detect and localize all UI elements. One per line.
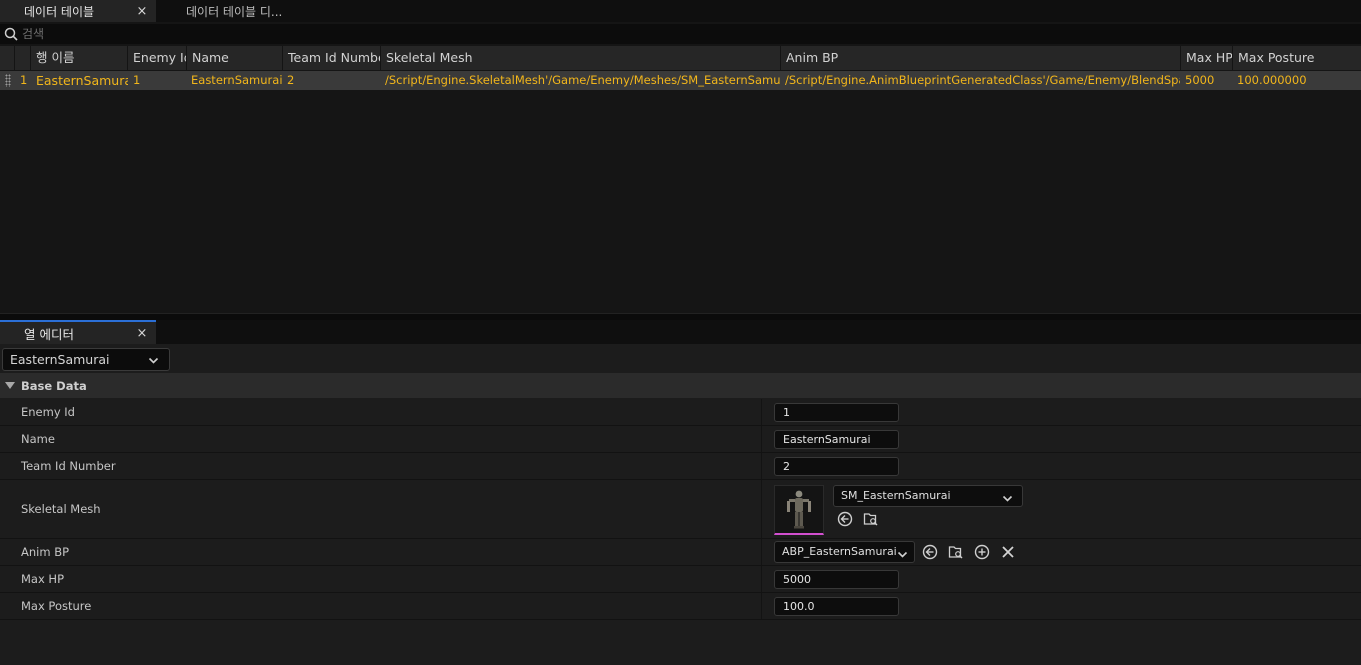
close-icon[interactable]: × xyxy=(128,326,156,341)
use-selected-asset-icon[interactable] xyxy=(836,510,854,528)
header-anim-bp[interactable]: Anim BP xyxy=(781,46,1181,70)
header-max-hp[interactable]: Max HP xyxy=(1181,46,1233,70)
column-divider[interactable] xyxy=(761,480,762,538)
max-posture-field[interactable]: 100.0 xyxy=(774,597,899,616)
clear-icon[interactable] xyxy=(999,543,1017,561)
team-id-number-field[interactable]: 2 xyxy=(774,457,899,476)
tab-data-table-diff-label: 데이터 테이블 디... xyxy=(186,4,283,19)
header-max-posture[interactable]: Max Posture xyxy=(1233,46,1361,70)
row-selector-dropdown[interactable]: EasternSamurai xyxy=(2,348,170,371)
property-label: Max Posture xyxy=(21,599,92,613)
header-index-column xyxy=(15,46,31,70)
row-index: 1 xyxy=(20,73,28,87)
search-input[interactable] xyxy=(22,27,1322,41)
cell-max-posture: 100.000000 xyxy=(1237,73,1307,87)
tab-row-editor-label: 열 에디터 xyxy=(24,326,74,342)
table-header: 행 이름 Enemy Id Name Team Id Number Skelet… xyxy=(0,46,1361,70)
row-editor-tab-strip: 열 에디터 × xyxy=(0,320,1361,344)
column-divider[interactable] xyxy=(761,593,762,619)
property-label: Enemy Id xyxy=(21,405,75,419)
column-divider[interactable] xyxy=(761,399,762,425)
skeletal-mesh-asset-picker[interactable]: SM_EasternSamurai xyxy=(833,485,1023,507)
drag-handle-icon[interactable] xyxy=(5,74,11,87)
cell-name: EasternSamurai xyxy=(191,73,282,87)
column-divider[interactable] xyxy=(761,426,762,452)
cell-enemy-id: 1 xyxy=(133,73,141,87)
cell-row-name: EasternSamurai xyxy=(36,73,128,88)
row-editor-panel: EasternSamurai Base Data Enemy Id 1 Name… xyxy=(0,344,1361,665)
use-selected-asset-icon[interactable] xyxy=(921,543,939,561)
property-label: Team Id Number xyxy=(21,459,116,473)
category-label: Base Data xyxy=(21,378,87,393)
expand-arrow-icon[interactable] xyxy=(5,382,15,389)
browse-asset-icon[interactable] xyxy=(862,510,880,528)
panel-splitter[interactable] xyxy=(0,313,1361,320)
property-row-max-posture: Max Posture 100.0 xyxy=(0,593,1361,620)
tab-data-table-diff[interactable]: 데이터 테이블 디... xyxy=(170,0,330,22)
add-icon[interactable] xyxy=(973,543,991,561)
table-empty-area xyxy=(0,90,1361,314)
search-icon xyxy=(0,24,22,44)
header-team-id-number[interactable]: Team Id Number xyxy=(283,46,381,70)
column-divider[interactable] xyxy=(761,566,762,592)
cell-skeletal-mesh: /Script/Engine.SkeletalMesh'/Game/Enemy/… xyxy=(385,73,780,87)
property-row-max-hp: Max HP 5000 xyxy=(0,566,1361,593)
property-row-enemy-id: Enemy Id 1 xyxy=(0,399,1361,426)
anim-bp-class-picker[interactable]: ABP_EasternSamurai xyxy=(774,541,915,563)
property-label: Anim BP xyxy=(21,545,70,559)
property-label: Name xyxy=(21,432,55,446)
row-selector-value: EasternSamurai xyxy=(10,352,110,367)
property-row-team-id-number: Team Id Number 2 xyxy=(0,453,1361,480)
column-divider[interactable] xyxy=(761,539,762,565)
cell-anim-bp: /Script/Engine.AnimBlueprintGeneratedCla… xyxy=(785,73,1180,87)
property-row-skeletal-mesh: Skeletal Mesh SM_EasternSamurai xyxy=(0,480,1361,539)
chevron-down-icon xyxy=(1002,491,1013,511)
tab-data-table[interactable]: 데이터 테이블 × xyxy=(0,0,156,22)
anim-bp-class-name: ABP_EasternSamurai xyxy=(782,545,897,558)
property-label: Skeletal Mesh xyxy=(21,502,101,516)
property-row-name: Name EasternSamurai xyxy=(0,426,1361,453)
name-field[interactable]: EasternSamurai xyxy=(774,430,899,449)
property-label: Max HP xyxy=(21,572,65,586)
enemy-id-field[interactable]: 1 xyxy=(774,403,899,422)
cell-max-hp: 5000 xyxy=(1185,73,1215,87)
skeletal-mesh-asset-name: SM_EasternSamurai xyxy=(841,489,951,502)
cell-team-id-number: 2 xyxy=(287,73,295,87)
tab-data-table-label: 데이터 테이블 xyxy=(24,4,95,19)
column-divider[interactable] xyxy=(761,453,762,479)
header-row-name[interactable]: 행 이름 xyxy=(31,46,128,70)
chevron-down-icon xyxy=(897,547,908,567)
chevron-down-icon xyxy=(148,354,159,369)
category-header-base-data[interactable]: Base Data xyxy=(0,373,1361,398)
document-tab-strip: 데이터 테이블 × 데이터 테이블 디... xyxy=(0,0,1361,22)
header-drag-column xyxy=(0,46,15,70)
browse-asset-icon[interactable] xyxy=(947,543,965,561)
skeletal-mesh-thumbnail[interactable] xyxy=(774,485,824,535)
max-hp-field[interactable]: 5000 xyxy=(774,570,899,589)
header-enemy-id[interactable]: Enemy Id xyxy=(128,46,187,70)
tab-row-editor[interactable]: 열 에디터 × xyxy=(0,320,156,344)
property-row-anim-bp: Anim BP ABP_EasternSamurai xyxy=(0,539,1361,566)
table-row[interactable]: 1 EasternSamurai 1 EasternSamurai 2 /Scr… xyxy=(0,71,1361,90)
header-name[interactable]: Name xyxy=(187,46,283,70)
close-icon[interactable]: × xyxy=(128,4,156,19)
search-bar xyxy=(0,24,1361,44)
header-skeletal-mesh[interactable]: Skeletal Mesh xyxy=(381,46,781,70)
